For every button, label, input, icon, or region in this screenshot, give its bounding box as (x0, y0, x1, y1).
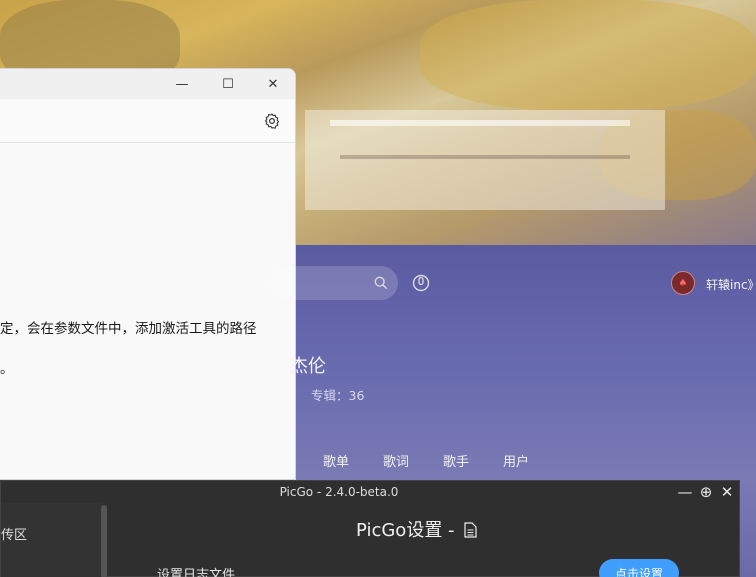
page-title-text: PicGo设置 - (356, 520, 455, 541)
close-button[interactable]: ✕ (250, 69, 295, 99)
minimize-button[interactable]: — (159, 69, 205, 99)
tab-lyrics[interactable]: 歌词 (383, 451, 409, 470)
tab-singers[interactable]: 歌手 (443, 451, 469, 470)
notepad-window: — ☐ ✕ 定，会在参数文件中，添加激活工具的路径 。 (0, 68, 296, 480)
username[interactable]: 轩辕inc》 (706, 276, 756, 293)
avatar[interactable]: ♠ (671, 271, 695, 295)
picgo-window: PicGo - 2.4.0-beta.0 — ⊕ ✕ 传区 PicGo设置 - … (0, 480, 740, 577)
search-icon[interactable] (374, 276, 388, 290)
scrollbar[interactable] (101, 505, 107, 577)
minimize-button[interactable]: — (676, 483, 694, 501)
page-title: PicGo设置 - (356, 516, 477, 542)
text-line: 定，会在参数文件中，添加激活工具的路径 (0, 321, 257, 337)
tab-playlists[interactable]: 歌单 (323, 451, 349, 470)
add-button[interactable]: ⊕ (697, 483, 715, 501)
microphone-icon[interactable] (412, 273, 430, 293)
artist-name: 杰伦 (290, 356, 326, 377)
text-line: 。 (0, 361, 14, 377)
settings-gear-icon[interactable] (263, 112, 281, 130)
notepad-titlebar: — ☐ ✕ (0, 69, 295, 99)
setting-label: 设置日志文件 (157, 568, 236, 577)
tab-users[interactable]: 用户 (503, 451, 529, 470)
sidebar-item-upload[interactable]: 传区 (1, 524, 27, 543)
close-button[interactable]: ✕ (718, 483, 736, 501)
maximize-button[interactable]: ☐ (205, 69, 251, 99)
window-title: PicGo - 2.4.0-beta.0 (279, 485, 399, 499)
set-log-file-button[interactable]: 点击设置 (599, 559, 679, 577)
notepad-toolbar (0, 99, 295, 143)
document-icon[interactable] (464, 522, 477, 538)
album-count: 专辑：36 (311, 388, 365, 403)
